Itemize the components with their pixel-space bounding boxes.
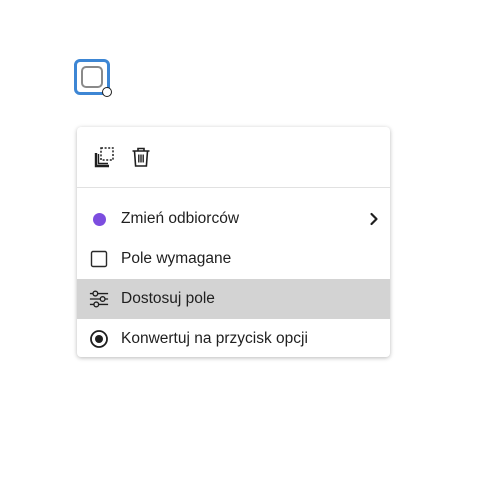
field-checkbox[interactable] <box>81 66 103 88</box>
duplicate-icon <box>94 147 114 168</box>
checkbox-form-field[interactable] <box>74 59 112 97</box>
menu-item-change-recipients[interactable]: Zmień odbiorców <box>77 199 390 239</box>
menu-list: Zmień odbiorców Pole wymagane Dostosuj p… <box>77 188 390 357</box>
delete-button[interactable] <box>129 145 153 169</box>
menu-item-label: Dostosuj pole <box>121 290 215 307</box>
menu-item-label: Zmień odbiorców <box>121 210 240 227</box>
menu-item-required-field[interactable]: Pole wymagane <box>77 239 390 279</box>
menu-item-convert-to-radio[interactable]: Konwertuj na przycisk opcji <box>77 319 390 357</box>
chevron-right-icon <box>366 211 382 227</box>
duplicate-button[interactable] <box>93 145 117 169</box>
menu-item-label: Konwertuj na przycisk opcji <box>121 330 308 347</box>
menu-item-customize-field[interactable]: Dostosuj pole <box>77 279 390 319</box>
resize-handle[interactable] <box>102 87 112 97</box>
menu-toolbar <box>77 127 390 187</box>
menu-item-label: Pole wymagane <box>121 250 232 267</box>
radio-icon <box>89 329 109 349</box>
recipient-dot-icon <box>89 209 109 229</box>
sliders-icon <box>89 289 109 309</box>
field-context-menu: Zmień odbiorców Pole wymagane Dostosuj p… <box>77 127 390 357</box>
trash-icon <box>132 147 150 167</box>
checkbox-icon[interactable] <box>89 249 109 269</box>
